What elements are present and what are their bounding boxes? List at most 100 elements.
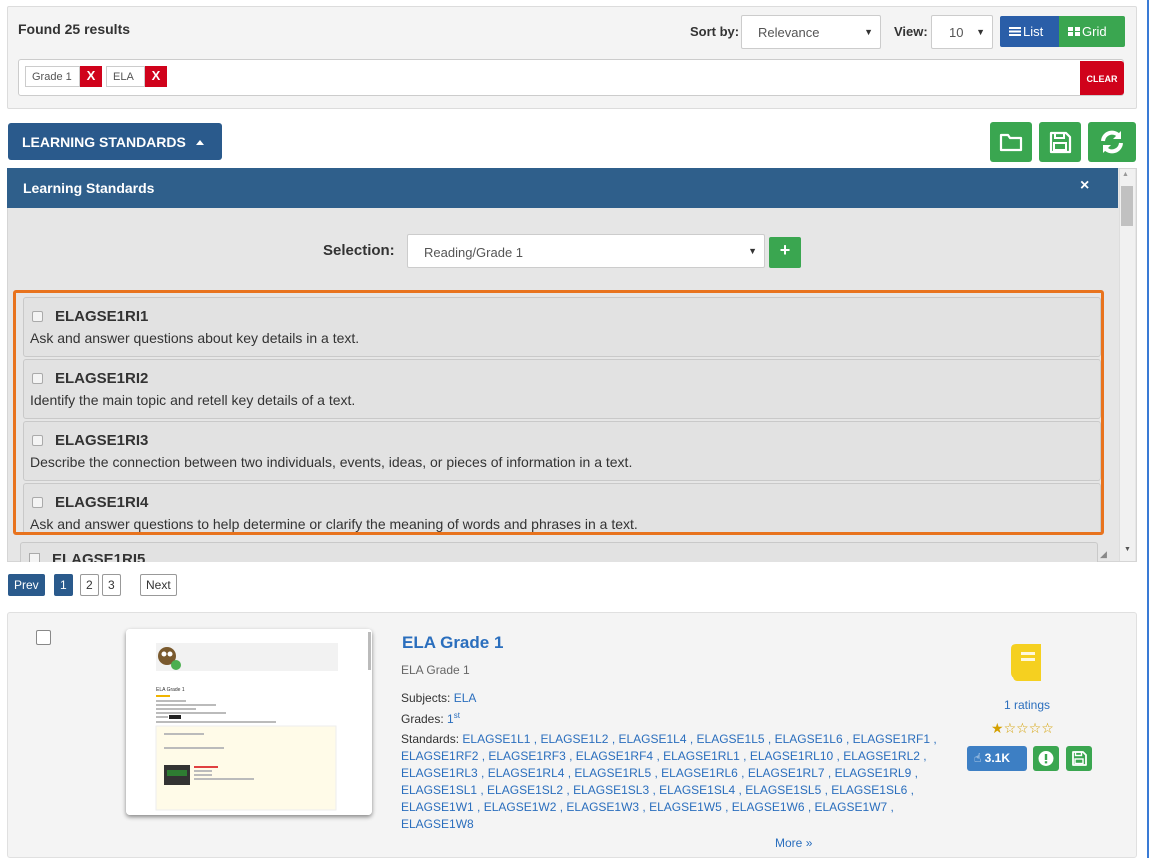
list-view-button[interactable]: List: [1000, 16, 1059, 47]
more-label: More: [775, 836, 803, 850]
scroll-up-icon[interactable]: ▲: [1122, 171, 1129, 178]
save-resource-button[interactable]: [1066, 746, 1092, 771]
standard-checkbox[interactable]: [32, 435, 43, 446]
prev-page-button[interactable]: Prev: [8, 574, 45, 596]
save-button[interactable]: [1039, 122, 1081, 162]
star-empty-icon[interactable]: ☆: [1041, 720, 1054, 736]
list-icon: [1009, 27, 1021, 36]
more-link[interactable]: More »: [775, 836, 812, 850]
star-empty-icon[interactable]: ☆: [1029, 720, 1042, 736]
list-item[interactable]: ELAGSE1RI4 Ask and answer questions to h…: [23, 483, 1101, 532]
open-folder-button[interactable]: [990, 122, 1032, 162]
view-label: View:: [894, 24, 928, 39]
standard-checkbox[interactable]: [29, 553, 40, 562]
list-item[interactable]: ELAGSE1RI1 Ask and answer questions abou…: [23, 297, 1101, 357]
grid-view-button[interactable]: Grid: [1059, 16, 1125, 47]
save-icon: [1072, 751, 1087, 766]
sort-value: Relevance: [758, 25, 820, 40]
result-thumbnail[interactable]: ELA Grade 1: [126, 629, 372, 815]
views-count: 3.1K: [984, 751, 1011, 765]
add-selection-button[interactable]: +: [769, 237, 801, 268]
standards-value[interactable]: ELAGSE1L1 , ELAGSE1L2 , ELAGSE1L4 , ELAG…: [401, 732, 937, 831]
chevron-up-icon: [195, 140, 204, 145]
result-grades: Grades: 1st: [401, 711, 460, 726]
subjects-label: Subjects:: [401, 691, 451, 705]
remove-filter-ela-button[interactable]: X: [145, 66, 167, 87]
result-subjects: Subjects: ELA: [401, 691, 476, 705]
result-subtitle: ELA Grade 1: [401, 663, 470, 677]
standard-checkbox[interactable]: [32, 497, 43, 508]
folder-icon: [999, 133, 1023, 152]
chevron-down-icon: ▼: [748, 246, 757, 256]
standard-code: ELAGSE1RI2: [55, 370, 149, 387]
remove-filter-grade-button[interactable]: X: [80, 66, 102, 87]
page-2-button[interactable]: 2: [80, 574, 99, 596]
grid-icon: [1068, 27, 1080, 36]
view-select[interactable]: 10 ▼: [931, 15, 993, 49]
list-item[interactable]: ELAGSE1RI5: [20, 542, 1098, 562]
exclamation-icon: [1038, 751, 1054, 766]
list-item[interactable]: ELAGSE1RI2 Identify the main topic and r…: [23, 359, 1101, 419]
close-icon[interactable]: ×: [1080, 177, 1089, 195]
grades-label: Grades:: [401, 712, 444, 726]
next-page-button[interactable]: Next: [140, 574, 177, 596]
subjects-value: ELA: [453, 691, 477, 705]
result-standards: Standards: ELAGSE1L1 , ELAGSE1L2 , ELAGS…: [401, 731, 941, 833]
page-1-button[interactable]: 1: [54, 574, 73, 596]
page-3-button[interactable]: 3: [102, 574, 121, 596]
learning-standards-toggle-label: LEARNING STANDARDS: [22, 134, 186, 150]
sort-select[interactable]: Relevance ▼: [741, 15, 881, 49]
selection-value: Reading/Grade 1: [424, 245, 524, 260]
ratings-count: 1 ratings: [1004, 698, 1051, 712]
grades-value: 1: [447, 712, 454, 726]
chevron-double-down-icon: »: [805, 836, 813, 850]
standard-checkbox[interactable]: [32, 311, 43, 322]
view-value: 10: [949, 25, 964, 40]
filter-tag-ela: ELA: [106, 66, 145, 87]
standard-code: ELAGSE1RI4: [55, 494, 149, 511]
resize-handle-icon[interactable]: ◢: [1100, 549, 1107, 560]
scrollbar-thumb[interactable]: [1121, 186, 1133, 226]
star-rating[interactable]: ★☆☆☆☆: [991, 720, 1054, 737]
result-title-link[interactable]: ELA Grade 1: [402, 633, 503, 653]
standard-description: Ask and answer questions to help determi…: [30, 516, 638, 532]
learning-standards-title: Learning Standards: [7, 168, 1118, 208]
standard-checkbox[interactable]: [32, 373, 43, 384]
thumbnail-title: ELA Grade 1: [156, 687, 185, 693]
standard-code: ELAGSE1RI5: [52, 551, 146, 562]
grades-suffix: st: [453, 711, 460, 720]
standard-description: Ask and answer questions about key detai…: [30, 330, 360, 346]
refresh-button[interactable]: [1088, 122, 1136, 162]
clear-filters-button[interactable]: CLEAR: [1080, 61, 1124, 95]
grid-label: Grid: [1082, 24, 1107, 39]
list-label: List: [1023, 24, 1044, 39]
filter-tag-grade: Grade 1: [25, 66, 80, 87]
standard-code: ELAGSE1RI3: [55, 432, 149, 449]
scroll-down-icon[interactable]: ▼: [1124, 546, 1131, 553]
sort-label: Sort by:: [690, 24, 740, 39]
star-empty-icon[interactable]: ☆: [1004, 720, 1017, 736]
refresh-icon: [1101, 130, 1123, 154]
list-item[interactable]: ELAGSE1RI3 Describe the connection betwe…: [23, 421, 1101, 481]
star-empty-icon[interactable]: ☆: [1016, 720, 1029, 736]
results-count: Found 25 results: [18, 21, 131, 37]
report-button[interactable]: [1033, 746, 1059, 771]
star-filled-icon[interactable]: ★: [991, 720, 1004, 736]
views-button[interactable]: ☝ 3.1K: [967, 746, 1027, 771]
selection-select[interactable]: Reading/Grade 1 ▼: [407, 234, 765, 268]
page-edge: [1147, 0, 1154, 858]
standard-description: Describe the connection between two indi…: [30, 454, 633, 470]
thumbnail-preview-image: ELA Grade 1: [126, 629, 372, 815]
panel-scrollbar[interactable]: [1119, 169, 1135, 561]
standards-list-highlight: ELAGSE1RI1 Ask and answer questions abou…: [13, 290, 1104, 535]
selection-label: Selection:: [323, 242, 395, 259]
save-icon: [1049, 131, 1072, 154]
filter-bar: [18, 59, 1124, 96]
book-icon: [1011, 644, 1041, 681]
thumbnail-scrollbar[interactable]: [368, 632, 371, 670]
hand-pointer-icon: ☝: [974, 751, 982, 765]
chevron-down-icon: ▼: [976, 27, 985, 37]
standard-description: Identify the main topic and retell key d…: [30, 392, 356, 408]
result-select-checkbox[interactable]: [36, 630, 51, 645]
learning-standards-toggle[interactable]: LEARNING STANDARDS: [8, 123, 222, 160]
